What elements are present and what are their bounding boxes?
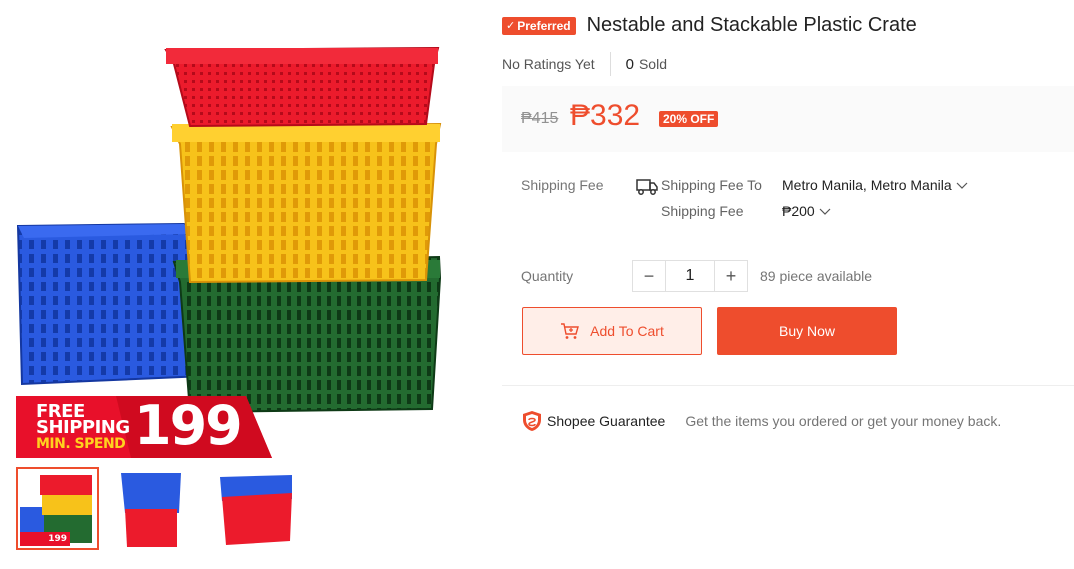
check-icon: ✓ — [506, 19, 516, 32]
ratings-text: No Ratings Yet — [502, 56, 595, 72]
quantity-stepper: − + — [632, 260, 748, 292]
truck-icon — [636, 179, 658, 195]
thumbnail-1[interactable]: 199 — [16, 467, 99, 550]
thumbnail-3[interactable] — [214, 467, 297, 550]
promo-line-minspend: MIN. SPEND — [36, 436, 126, 452]
buy-now-button[interactable]: Buy Now — [717, 307, 897, 355]
thumbnail-strip: 199 — [16, 467, 297, 550]
main-product-image[interactable] — [14, 14, 474, 459]
shipping-location-dropdown[interactable]: Metro Manila, Metro Manila — [782, 177, 968, 193]
price-section: ₱415 ₱332 20% OFF — [502, 86, 1074, 152]
promo-amount: 199 — [134, 394, 243, 457]
sold-count: 0 — [625, 55, 634, 73]
shipping-fee-value: ₱200 — [782, 203, 815, 219]
stats-row: No Ratings Yet 0 Sold — [502, 52, 667, 76]
product-title: Nestable and Stackable Plastic Crate — [586, 14, 917, 36]
discount-badge: 20% OFF — [659, 111, 719, 127]
sold-label: Sold — [638, 56, 667, 72]
guarantee-row: Shopee Guarantee Get the items you order… — [522, 410, 1001, 432]
add-to-cart-button[interactable]: Add To Cart — [522, 307, 702, 355]
promo-text: FREE SHIPPING MIN. SPEND — [36, 403, 130, 453]
thumbnail-2[interactable] — [115, 467, 198, 550]
free-shipping-banner: FREE SHIPPING MIN. SPEND 199 — [16, 396, 272, 458]
preferred-badge: ✓ Preferred — [502, 16, 576, 35]
quantity-input[interactable] — [665, 261, 715, 291]
shipping-fee-dropdown[interactable]: ₱200 — [782, 203, 831, 219]
promo-line-shipping: SHIPPING — [36, 417, 130, 438]
shield-icon — [523, 411, 541, 431]
title-row: ✓ Preferred Nestable and Stackable Plast… — [502, 14, 917, 37]
product-details: ✓ Preferred Nestable and Stackable Plast… — [502, 0, 1074, 569]
current-price: ₱332 — [570, 99, 641, 132]
add-to-cart-label: Add To Cart — [590, 323, 664, 339]
chevron-down-icon — [956, 182, 968, 189]
guarantee-title: Shopee Guarantee — [547, 413, 666, 429]
chevron-down-icon — [819, 208, 831, 215]
thumbnail-promo-badge: 199 — [20, 532, 70, 546]
crates-illustration — [16, 46, 442, 414]
original-price: ₱415 — [521, 110, 559, 127]
stock-available: 89 piece available — [760, 268, 873, 284]
cart-icon — [561, 323, 580, 339]
guarantee-text: Get the items you ordered or get your mo… — [685, 413, 1002, 429]
product-gallery: FREE SHIPPING MIN. SPEND 199 199 — [0, 0, 480, 569]
shipping-location-value: Metro Manila, Metro Manila — [782, 177, 952, 193]
quantity-decrease-button[interactable]: − — [633, 261, 665, 291]
thumbnail-blue-red — [121, 473, 181, 547]
section-divider — [502, 385, 1074, 386]
quantity-increase-button[interactable]: + — [715, 261, 747, 291]
stats-divider — [609, 52, 611, 76]
quantity-label: Quantity — [521, 268, 574, 284]
shipping-section-label: Shipping Fee — [521, 177, 604, 193]
thumbnail-blue-red-side — [220, 475, 292, 545]
preferred-label: Preferred — [517, 18, 571, 33]
buy-now-label: Buy Now — [778, 323, 836, 339]
shipping-fee-label: Shipping Fee — [661, 203, 744, 219]
shipping-to-label: Shipping Fee To — [661, 177, 762, 193]
